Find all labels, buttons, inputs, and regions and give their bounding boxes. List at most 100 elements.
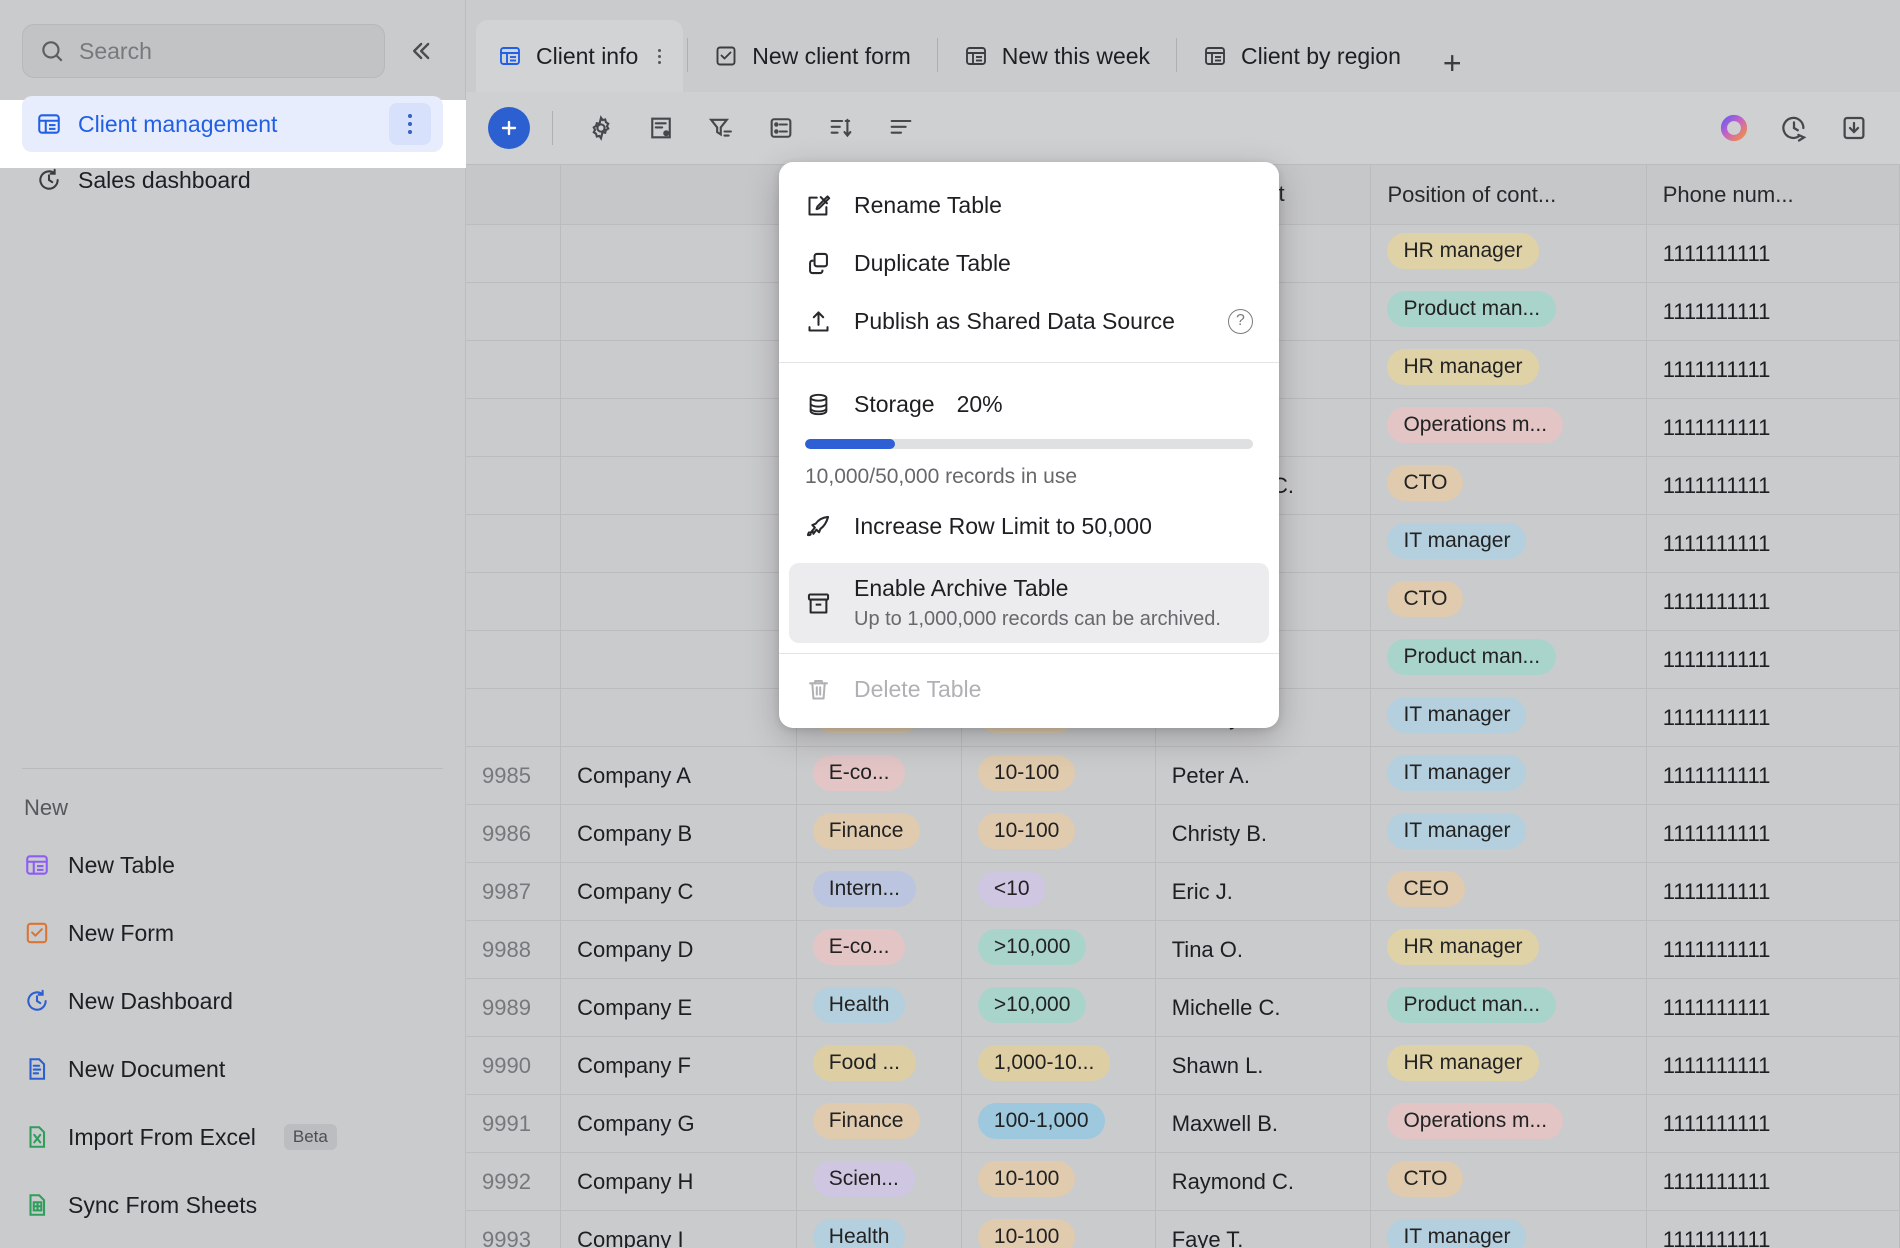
cell-phone[interactable]: 1111111111 [1646, 1036, 1900, 1095]
cell-company-name[interactable] [560, 688, 797, 747]
cell-row-number[interactable] [466, 340, 562, 399]
cell-phone[interactable]: 1111111111 [1646, 572, 1900, 631]
cell-company-name[interactable] [560, 572, 797, 631]
cell-org-size[interactable]: 100-1,000 [961, 1094, 1156, 1153]
column-header-rownum[interactable] [466, 164, 562, 225]
cell-contact[interactable]: Raymond C. [1155, 1152, 1372, 1211]
cell-row-number[interactable] [466, 456, 562, 515]
cell-row-number[interactable] [466, 688, 562, 747]
cell-phone[interactable]: 1111111111 [1646, 1152, 1900, 1211]
cell-row-number[interactable]: 9991 [466, 1094, 562, 1153]
cell-company-name[interactable]: Company B [560, 804, 797, 863]
field-settings-icon[interactable] [635, 104, 687, 152]
cell-company-name[interactable] [560, 630, 797, 689]
new-item-new-form[interactable]: New Form [0, 899, 465, 967]
new-item-sync-from-sheets[interactable]: Sync From Sheets [0, 1171, 465, 1239]
cell-row-number[interactable]: 9988 [466, 920, 562, 979]
new-item-new-dashboard[interactable]: New Dashboard [0, 967, 465, 1035]
column-header-position[interactable]: Position of cont... [1370, 164, 1647, 225]
history-icon[interactable] [1768, 104, 1820, 152]
cell-contact[interactable]: Christy B. [1155, 804, 1372, 863]
cell-industry[interactable]: E-co... [796, 746, 962, 805]
table-row[interactable]: 9987 Company C Intern... <10 Eric J. CEO 11111… [466, 862, 1900, 921]
table-options-button[interactable] [389, 103, 431, 145]
sidebar-item-sales-dashboard[interactable]: Sales dashboard [22, 152, 443, 208]
cell-phone[interactable]: 1111111111 [1646, 688, 1900, 747]
cell-position[interactable]: IT manager [1370, 746, 1647, 805]
cell-row-number[interactable] [466, 224, 562, 283]
cell-company-name[interactable]: Company C [560, 862, 797, 921]
cell-row-number[interactable] [466, 630, 562, 689]
cell-company-name[interactable] [560, 514, 797, 573]
cell-position[interactable]: CTO [1370, 1152, 1647, 1211]
cell-position[interactable]: IT manager [1370, 514, 1647, 573]
cell-row-number[interactable] [466, 282, 562, 341]
cell-company-name[interactable]: Company A [560, 746, 797, 805]
tab-new-this-week[interactable]: New this week [942, 20, 1172, 92]
row-height-icon[interactable] [755, 104, 807, 152]
cell-industry[interactable]: Health [796, 1210, 962, 1248]
cell-row-number[interactable] [466, 514, 562, 573]
cell-phone[interactable]: 1111111111 [1646, 862, 1900, 921]
cell-company-name[interactable]: Company H [560, 1152, 797, 1211]
table-row[interactable]: 9993 Company I Health 10-100 Faye T. IT manag… [466, 1210, 1900, 1248]
cell-row-number[interactable]: 9992 [466, 1152, 562, 1211]
tab-options-button[interactable] [658, 47, 662, 65]
table-row[interactable]: 9986 Company B Finance 10-100 Christy B. IT m… [466, 804, 1900, 863]
cell-company-name[interactable]: Company E [560, 978, 797, 1037]
cell-org-size[interactable]: 10-100 [961, 1152, 1156, 1211]
cell-position[interactable]: HR manager [1370, 340, 1647, 399]
cell-position[interactable]: CTO [1370, 456, 1647, 515]
cell-row-number[interactable]: 9990 [466, 1036, 562, 1095]
table-row[interactable]: 9989 Company E Health >10,000 Michelle C. Pro… [466, 978, 1900, 1037]
cell-phone[interactable]: 1111111111 [1646, 978, 1900, 1037]
cell-phone[interactable]: 1111111111 [1646, 630, 1900, 689]
tab-new-client-form[interactable]: New client form [692, 20, 932, 92]
tab-client-by-region[interactable]: Client by region [1181, 20, 1423, 92]
filter-icon[interactable] [695, 104, 747, 152]
cell-phone[interactable]: 1111111111 [1646, 340, 1900, 399]
ai-ring-icon[interactable] [1708, 104, 1760, 152]
new-item-import-from-excel[interactable]: Import From Excel Beta [0, 1103, 465, 1171]
cell-phone[interactable]: 1111111111 [1646, 282, 1900, 341]
menu-item-publish-shared-data-source[interactable]: Publish as Shared Data Source ? [779, 292, 1279, 350]
search-input[interactable]: Search [22, 24, 385, 78]
cell-company-name[interactable] [560, 456, 797, 515]
cell-position[interactable]: Operations m... [1370, 398, 1647, 457]
cell-row-number[interactable]: 9989 [466, 978, 562, 1037]
menu-item-duplicate-table[interactable]: Duplicate Table [779, 234, 1279, 292]
menu-item-enable-archive-table[interactable]: Enable Archive Table Up to 1,000,000 rec… [789, 563, 1269, 643]
download-icon[interactable] [1828, 104, 1880, 152]
cell-contact[interactable]: Faye T. [1155, 1210, 1372, 1248]
cell-position[interactable]: CEO [1370, 862, 1647, 921]
cell-position[interactable]: Product man... [1370, 630, 1647, 689]
column-header-phone[interactable]: Phone num... [1646, 164, 1900, 225]
cell-position[interactable]: Product man... [1370, 282, 1647, 341]
table-row[interactable]: 9991 Company G Finance 100-1,000 Maxwell B. O… [466, 1094, 1900, 1153]
gear-icon[interactable] [575, 104, 627, 152]
cell-phone[interactable]: 1111111111 [1646, 920, 1900, 979]
cell-phone[interactable]: 1111111111 [1646, 224, 1900, 283]
cell-row-number[interactable] [466, 398, 562, 457]
help-icon[interactable]: ? [1228, 308, 1253, 334]
cell-org-size[interactable]: <10 [961, 862, 1156, 921]
cell-position[interactable]: IT manager [1370, 804, 1647, 863]
cell-industry[interactable]: Health [796, 978, 962, 1037]
cell-position[interactable]: HR manager [1370, 1036, 1647, 1095]
cell-phone[interactable]: 1111111111 [1646, 804, 1900, 863]
column-header-name[interactable] [560, 164, 797, 225]
cell-row-number[interactable]: 9993 [466, 1210, 562, 1248]
add-tab-button[interactable]: + [1423, 45, 1482, 92]
cell-org-size[interactable]: 10-100 [961, 804, 1156, 863]
cell-contact[interactable]: Maxwell B. [1155, 1094, 1372, 1153]
cell-position[interactable]: IT manager [1370, 1210, 1647, 1248]
cell-industry[interactable]: Finance [796, 1094, 962, 1153]
cell-phone[interactable]: 1111111111 [1646, 398, 1900, 457]
cell-position[interactable]: CTO [1370, 572, 1647, 631]
menu-item-rename-table[interactable]: Rename Table [779, 176, 1279, 234]
cell-position[interactable]: HR manager [1370, 920, 1647, 979]
cell-row-number[interactable] [466, 572, 562, 631]
cell-industry[interactable]: Finance [796, 804, 962, 863]
cell-contact[interactable]: Peter A. [1155, 746, 1372, 805]
add-record-button[interactable] [488, 107, 530, 149]
